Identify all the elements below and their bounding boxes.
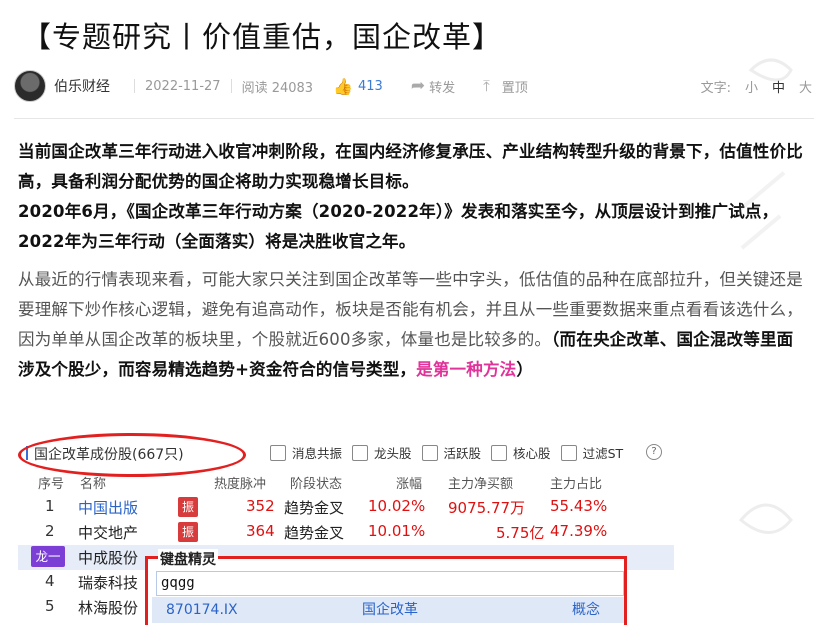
divider (230, 79, 232, 93)
row-state: 趋势金叉 (284, 499, 345, 517)
author-name[interactable]: 伯乐财经 (54, 76, 110, 96)
header-divider (14, 118, 814, 119)
leader-badge: 龙一 (31, 546, 65, 567)
lead-sentence-2: 2020年6月，《国企改革三年行动方案（2020-2022年）》发表和落实至今，… (18, 202, 779, 251)
filter-active-stock[interactable]: 活跃股 (421, 443, 482, 462)
keyboard-wizard-popup: 键盘精灵 gqgg 870174.IX 国企改革 概念 (145, 549, 627, 625)
filter-label: 活跃股 (443, 446, 482, 461)
divider (134, 79, 135, 93)
row-no: 1 (45, 497, 55, 515)
lead-paragraph: 当前国企改革三年行动进入收官冲刺阶段，在国内经济修复承压、产业结构转型升级的背景… (18, 137, 808, 257)
row-name[interactable]: 瑞泰科技 (78, 572, 138, 593)
article-meta-bar: 伯乐财经 2022-11-27 阅读 24083 👍 413 ➦ 转发 ⤒ 置顶… (14, 70, 814, 102)
row-name[interactable]: 中国出版 (78, 497, 138, 518)
font-size-switcher: 文字: 小 中 大 (701, 77, 812, 96)
filter-label: 龙头股 (374, 446, 412, 461)
share-label: 转发 (429, 80, 456, 96)
pin-top-button[interactable]: ⤒ 置顶 (483, 77, 528, 96)
row-ratio: 47.39% (550, 522, 608, 540)
filter-core-stock[interactable]: 核心股 (491, 443, 551, 462)
read-count: 阅读 24083 (242, 77, 314, 96)
result-type: 概念 (572, 602, 600, 618)
volatility-badge: 振 (178, 522, 198, 542)
font-size-medium[interactable]: 中 (772, 77, 785, 96)
col-change[interactable]: 涨幅 (396, 473, 422, 492)
checkbox-icon (560, 444, 577, 461)
checkbox-icon (491, 444, 508, 461)
embedded-stock-screenshot: 国企改革成份股(667只) 消息共振 龙头股 活跃股 核心股 过滤ST ? 序号… (18, 430, 674, 625)
row-pulse: 364 (246, 522, 275, 540)
row-no: 2 (45, 522, 55, 540)
row-no: 5 (45, 597, 55, 615)
col-pulse[interactable]: 热度脉冲 (214, 473, 266, 492)
font-size-label: 文字: (700, 80, 731, 96)
popup-title: 键盘精灵 (158, 549, 218, 569)
col-name[interactable]: 名称 (80, 473, 106, 492)
table-row[interactable]: 1 中国出版 振 352 趋势金叉 10.02% 9075.77万 55.43% (18, 495, 674, 520)
filter-label: 过滤ST (582, 446, 624, 461)
font-size-small[interactable]: 小 (745, 77, 758, 96)
volatility-badge: 振 (178, 497, 198, 517)
like-count: 413 (358, 78, 383, 94)
filter-leader-stock[interactable]: 龙头股 (352, 443, 412, 462)
body-highlight-text: 是第一种方法 (416, 360, 517, 379)
table-header: 序号 名称 热度脉冲 阶段状态 涨幅 主力净买额 主力占比 (18, 473, 674, 493)
author-avatar[interactable] (14, 70, 46, 102)
table-row[interactable]: 2 中交地产 振 364 趋势金叉 10.01% 5.75亿 47.39% (18, 520, 674, 545)
thumbs-up-icon: 👍 (333, 76, 353, 96)
row-state: 趋势金叉 (284, 524, 345, 542)
publish-date: 2022-11-27 (145, 78, 221, 94)
row-net-buy: 5.75亿 (496, 524, 545, 542)
share-button[interactable]: ➦ 转发 (411, 76, 455, 96)
help-icon[interactable]: ? (646, 444, 662, 460)
like-button[interactable]: 👍 413 (333, 77, 383, 96)
body-bold-close: ） (516, 360, 534, 379)
row-name[interactable]: 中交地产 (78, 522, 138, 543)
pin-label: 置顶 (501, 80, 528, 96)
font-size-large[interactable]: 大 (799, 77, 812, 96)
col-ratio[interactable]: 主力占比 (550, 473, 602, 492)
share-arrow-icon: ➦ (410, 76, 426, 96)
keyboard-wizard-input[interactable]: gqgg (156, 571, 624, 596)
col-state[interactable]: 阶段状态 (290, 473, 342, 492)
col-net-buy[interactable]: 主力净买额 (448, 473, 513, 492)
checkbox-icon (421, 444, 438, 461)
pin-top-icon: ⤒ (483, 77, 490, 95)
row-net-buy: 9075.77万 (448, 499, 526, 517)
row-pulse: 352 (246, 497, 275, 515)
col-no[interactable]: 序号 (38, 473, 64, 492)
filter-label: 核心股 (513, 446, 551, 461)
row-name[interactable]: 林海股份 (78, 597, 138, 618)
lead-sentence-1: 当前国企改革三年行动进入收官冲刺阶段，在国内经济修复承压、产业结构转型升级的背景… (18, 142, 803, 191)
row-change: 10.02% (368, 497, 426, 515)
row-name[interactable]: 中成股份 (78, 547, 138, 568)
read-value: 24083 (271, 80, 314, 96)
checkbox-icon (270, 444, 286, 461)
filter-label: 消息共振 (292, 446, 343, 461)
red-annotation-oval (18, 433, 246, 477)
filter-exclude-st[interactable]: 过滤ST (560, 443, 624, 462)
popup-result-row[interactable]: 870174.IX 国企改革 概念 (152, 597, 624, 623)
filter-checkboxes: 消息共振 龙头股 活跃股 核心股 过滤ST (270, 443, 623, 462)
article-title: 【专题研究丨价值重估，国企改革】 (22, 20, 503, 54)
body-paragraph: 从最近的行情表现来看，可能大家只关注到国企改革等一些中字头，低估值的品种在底部拉… (18, 265, 808, 385)
read-label: 阅读 (241, 80, 268, 96)
result-name: 国企改革 (362, 602, 418, 618)
checkbox-icon (352, 444, 369, 461)
row-no: 4 (45, 572, 55, 590)
filter-news-resonance[interactable]: 消息共振 (270, 443, 342, 462)
result-code: 870174.IX (166, 602, 238, 618)
row-ratio: 55.43% (550, 497, 608, 515)
row-change: 10.01% (368, 522, 426, 540)
